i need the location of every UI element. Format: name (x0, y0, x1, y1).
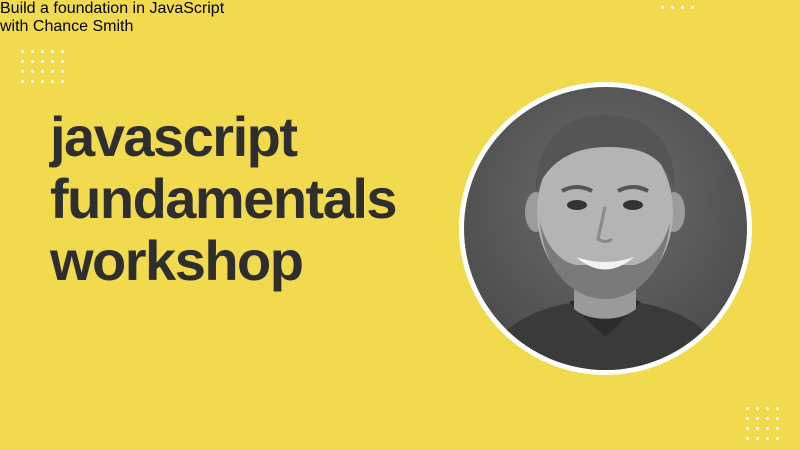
presenter-portrait-icon (484, 115, 727, 370)
dot-grid-bottom-right-icon (746, 407, 779, 440)
title-line-1: javascript (50, 105, 298, 168)
subtitle-line-2: with Chance Smith (0, 18, 134, 35)
presenter-photo (459, 82, 752, 375)
workshop-title: javascript fundamentals workshop (50, 105, 398, 292)
title-line-2: fundamentals (50, 167, 398, 230)
dot-grid-left-icon (21, 50, 64, 83)
title-line-3: workshop (50, 229, 304, 292)
presenter-photo-image (464, 87, 747, 370)
dot-grid-top-right-icon (661, 0, 694, 9)
